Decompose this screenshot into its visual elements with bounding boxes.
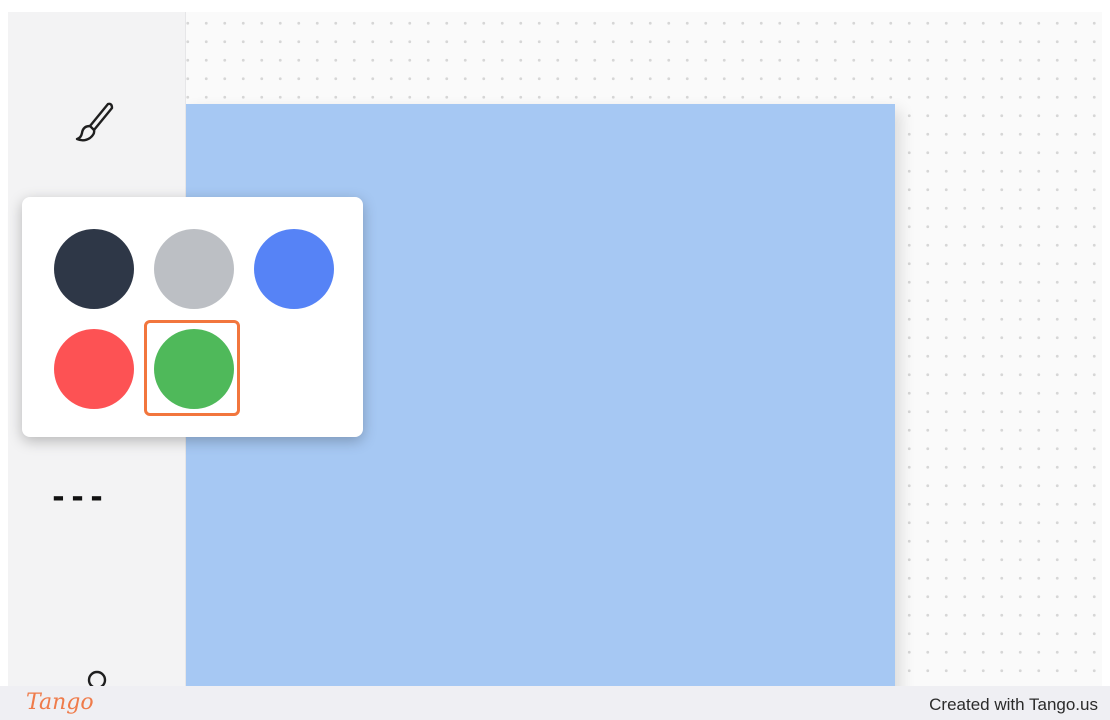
brush-tool-button[interactable] bbox=[68, 96, 120, 148]
shape-tool-button[interactable] bbox=[82, 666, 112, 686]
dashed-line-icon: --- bbox=[49, 479, 107, 515]
circle-icon bbox=[87, 670, 107, 686]
paintbrush-icon bbox=[75, 102, 114, 142]
credit-text: Created with Tango.us bbox=[929, 695, 1098, 714]
line-style-button[interactable]: --- bbox=[48, 479, 108, 515]
color-swatch-gray[interactable] bbox=[154, 229, 234, 309]
selected-swatch-highlight bbox=[144, 320, 240, 416]
color-swatch-dark[interactable] bbox=[54, 229, 134, 309]
color-swatch-blue[interactable] bbox=[254, 229, 334, 309]
color-swatch-red[interactable] bbox=[54, 329, 134, 409]
tango-logo: Tango bbox=[26, 690, 94, 715]
footer-bar: Tango Created with Tango.us bbox=[0, 686, 1110, 720]
